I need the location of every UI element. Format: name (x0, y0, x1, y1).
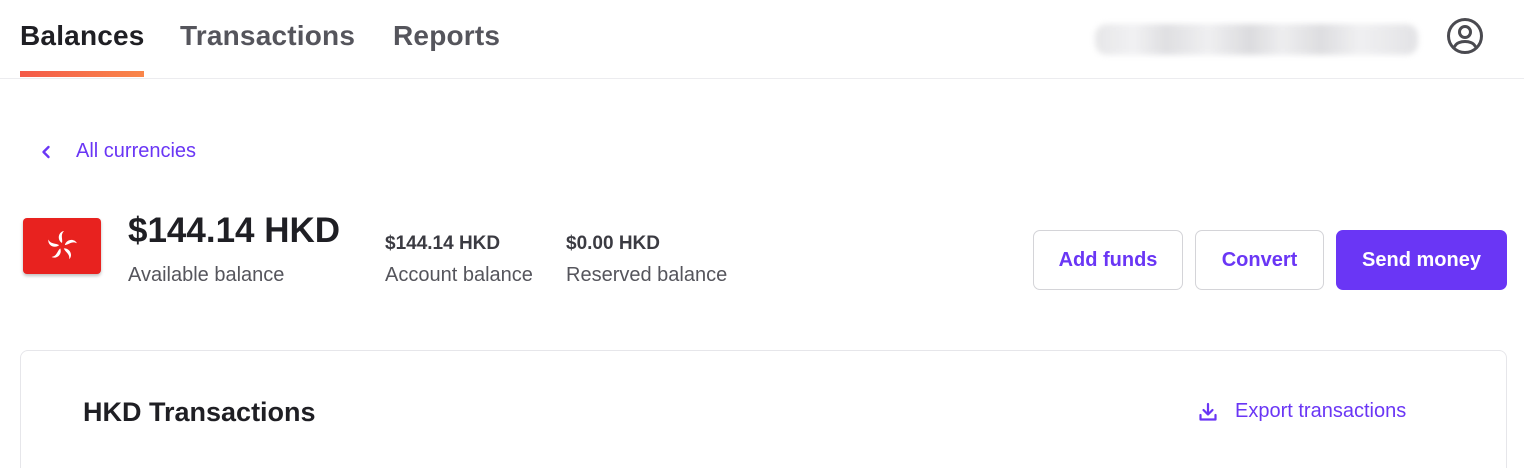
download-icon (1197, 401, 1219, 423)
tab-reports[interactable]: Reports (393, 20, 500, 52)
reserved-balance-amount: $0.00 HKD (566, 233, 660, 254)
export-transactions-label: Export transactions (1235, 400, 1407, 422)
convert-button[interactable]: Convert (1195, 230, 1324, 290)
transactions-card: HKD Transactions Export transactions (20, 350, 1507, 468)
chevron-left-icon (40, 142, 58, 162)
active-tab-indicator (20, 71, 144, 77)
available-balance-label: Available balance (128, 264, 285, 286)
add-funds-button[interactable]: Add funds (1033, 230, 1183, 290)
hong-kong-flag-icon (23, 218, 101, 274)
account-balance-label: Account balance (385, 264, 533, 286)
available-balance-amount: $144.14 HKD (128, 211, 341, 250)
account-name-redacted (1095, 24, 1418, 55)
user-circle-icon[interactable] (1446, 17, 1484, 55)
transactions-title: HKD Transactions (83, 397, 316, 427)
all-currencies-label: All currencies (76, 140, 197, 162)
tab-balances[interactable]: Balances (20, 20, 145, 52)
account-balance-amount: $144.14 HKD (385, 233, 501, 254)
all-currencies-link[interactable]: All currencies (40, 140, 196, 163)
top-navigation: Balances Transactions Reports (0, 0, 1524, 79)
reserved-balance-label: Reserved balance (566, 264, 728, 286)
send-money-button[interactable]: Send money (1336, 230, 1507, 290)
export-transactions-button[interactable]: Export transactions (1197, 400, 1406, 423)
tab-transactions[interactable]: Transactions (180, 20, 355, 52)
